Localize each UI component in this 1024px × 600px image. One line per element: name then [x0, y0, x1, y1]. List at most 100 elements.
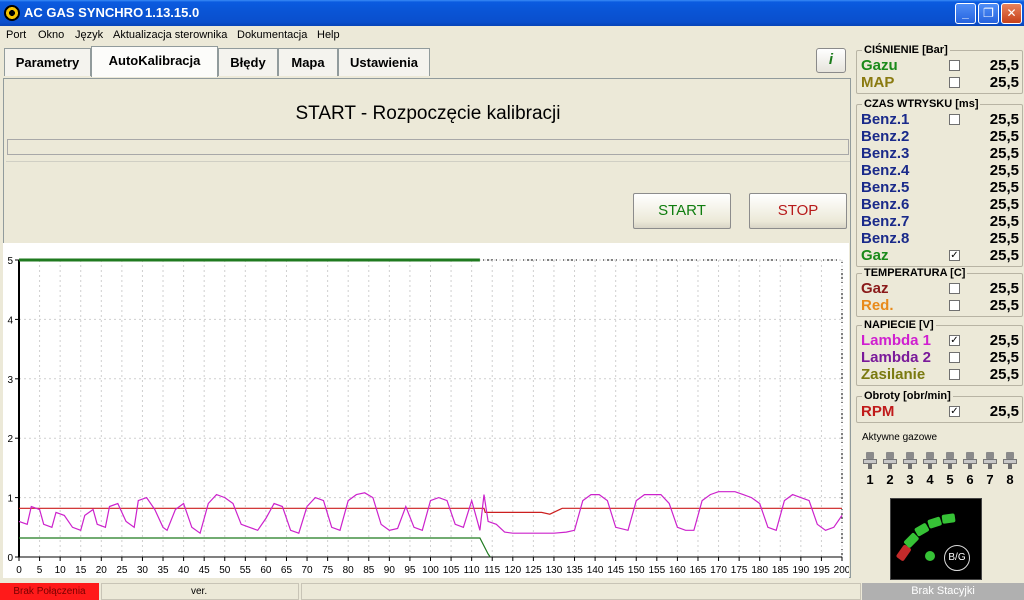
param-value: 25,5 [989, 179, 1019, 196]
param-checkbox[interactable]: ✓ [949, 250, 960, 261]
x-tick-label: 80 [343, 565, 355, 576]
group-title: CZAS WTRYSKU [ms] [862, 98, 981, 110]
param-label: Benz.1 [861, 111, 910, 128]
start-button[interactable]: START [633, 193, 731, 229]
injector-number: 3 [906, 472, 914, 487]
param-label: RPM [861, 403, 895, 420]
x-tick-label: 95 [404, 565, 416, 576]
injector-icon [982, 452, 998, 474]
injector-icon [962, 452, 978, 474]
param-label: Benz.3 [861, 145, 910, 162]
x-tick-label: 120 [504, 565, 521, 576]
param-value: 25,5 [989, 366, 1019, 383]
param-row: Benz.1 25,5 [861, 111, 1021, 128]
restore-icon[interactable]: ❐ [978, 3, 999, 24]
x-tick-label: 45 [199, 565, 211, 576]
param-value: 25,5 [989, 111, 1019, 128]
y-tick-label: 1 [7, 494, 13, 505]
injector-number: 4 [926, 472, 934, 487]
param-label: Lambda 2 [861, 349, 932, 366]
injector-icon [942, 452, 958, 474]
param-label: Benz.6 [861, 196, 910, 213]
menu-port[interactable]: Port [6, 29, 26, 41]
group-napiecie: NAPIECIE [V] Lambda 1 ✓ 25,5 Lambda 2 25,5 Zas… [856, 319, 1023, 386]
param-row: Lambda 2 25,5 [861, 349, 1021, 366]
param-checkbox[interactable]: ✓ [949, 335, 960, 346]
param-value: 25,5 [989, 332, 1019, 349]
tab-ustawienia[interactable]: Ustawienia [338, 48, 430, 76]
param-value: 25,5 [989, 57, 1019, 74]
param-checkbox[interactable]: ✓ [949, 406, 960, 417]
y-tick-label: 5 [7, 256, 13, 267]
window-version: 1.13.15.0 [145, 5, 200, 20]
param-label: Benz.7 [861, 213, 910, 230]
calibration-title: START - Rozpoczęcie kalibracji [295, 103, 561, 124]
param-value: 25,5 [989, 196, 1019, 213]
tab-mapa[interactable]: Mapa [278, 48, 338, 76]
param-checkbox[interactable] [949, 369, 960, 380]
injector-number: 5 [946, 472, 954, 487]
injector-icon [922, 452, 938, 474]
x-tick-label: 30 [137, 565, 149, 576]
group-title: NAPIECIE [V] [862, 319, 936, 331]
minimize-icon[interactable]: _ [955, 3, 976, 24]
x-tick-label: 180 [751, 565, 768, 576]
param-checkbox[interactable] [949, 352, 960, 363]
menu-dokumentacja[interactable]: Dokumentacja [237, 29, 307, 41]
param-label: Benz.2 [861, 128, 910, 145]
fuel-level-gauge: B/G [890, 498, 982, 580]
tab-bledy[interactable]: Błędy [218, 48, 278, 76]
param-row: Gazu 25,5 [861, 57, 1021, 74]
group-czas-wtrysku: CZAS WTRYSKU [ms] Benz.1 25,5 Benz.2 25,5 Ben… [856, 98, 1023, 267]
param-value: 25,5 [989, 74, 1019, 91]
x-tick-label: 165 [690, 565, 707, 576]
x-tick-label: 0 [16, 565, 22, 576]
stop-button[interactable]: STOP [749, 193, 847, 229]
group-title: CIŚNIENIE [Bar] [862, 44, 950, 56]
menu-help[interactable]: Help [317, 29, 340, 41]
x-tick-label: 130 [546, 565, 563, 576]
param-label: MAP [861, 74, 895, 91]
param-row: MAP 25,5 [861, 74, 1021, 91]
menu-jezyk[interactable]: Język [75, 29, 103, 41]
bg-switch-button[interactable]: B/G [944, 545, 970, 571]
close-icon[interactable]: ✕ [1001, 3, 1022, 24]
param-label: Benz.8 [861, 230, 910, 247]
param-checkbox[interactable] [949, 283, 960, 294]
chart-background [3, 243, 849, 578]
x-tick-label: 140 [587, 565, 604, 576]
y-tick-label: 3 [7, 375, 13, 386]
info-icon[interactable]: i [816, 48, 846, 73]
x-tick-label: 135 [566, 565, 583, 576]
x-tick-label: 145 [607, 565, 624, 576]
tab-parametry[interactable]: Parametry [4, 48, 91, 76]
param-checkbox[interactable] [949, 60, 960, 71]
param-value: 25,5 [989, 162, 1019, 179]
param-label: Zasilanie [861, 366, 926, 383]
menu-aktualizacja[interactable]: Aktualizacja sterownika [113, 29, 227, 41]
param-row: Benz.7 25,5 [861, 213, 1021, 230]
param-value: 25,5 [989, 230, 1019, 247]
x-tick-label: 200 [834, 565, 849, 576]
param-checkbox[interactable] [949, 77, 960, 88]
x-tick-label: 5 [37, 565, 43, 576]
group-title: Obroty [obr/min] [862, 390, 953, 402]
divider [6, 161, 850, 162]
param-checkbox[interactable] [949, 300, 960, 311]
param-value: 25,5 [989, 280, 1019, 297]
param-row: Benz.2 25,5 [861, 128, 1021, 145]
injector-number: 8 [1006, 472, 1014, 487]
param-checkbox[interactable] [949, 114, 960, 125]
title-bar: AC GAS SYNCHRO 1.13.15.0 _ ❐ ✕ [0, 0, 1024, 26]
param-row: Lambda 1 ✓ 25,5 [861, 332, 1021, 349]
x-tick-label: 55 [240, 565, 252, 576]
injector-number: 6 [966, 472, 974, 487]
tab-autokalibracja[interactable]: AutoKalibracja [91, 46, 218, 77]
menu-okno[interactable]: Okno [38, 29, 64, 41]
x-tick-label: 110 [464, 565, 480, 576]
group-obroty: Obroty [obr/min] RPM ✓ 25,5 [856, 390, 1023, 423]
x-tick-label: 25 [116, 565, 128, 576]
x-tick-label: 60 [260, 565, 272, 576]
group-title: TEMPERATURA [C] [862, 267, 968, 279]
param-label: Gaz [861, 247, 889, 264]
